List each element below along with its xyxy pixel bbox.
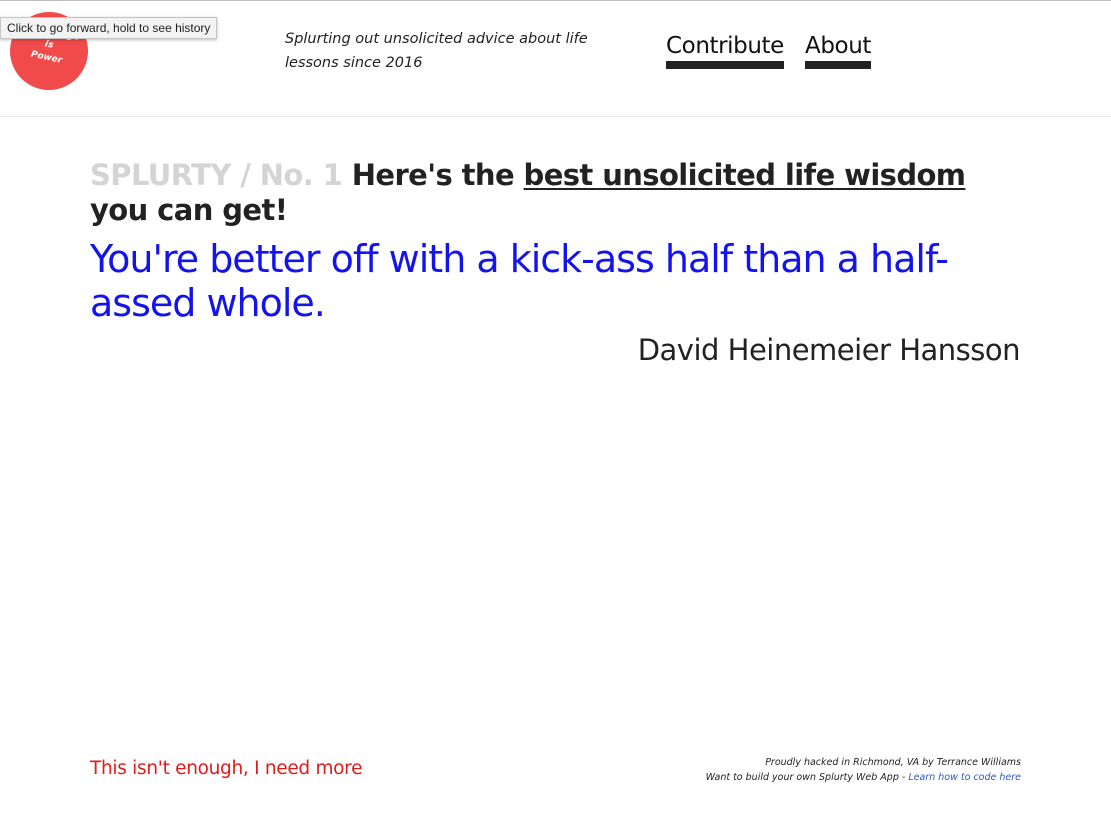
splurty-kicker: SPLURTY / No. 1 (90, 158, 343, 192)
back-forward-tooltip: Click to go forward, hold to see history (0, 17, 218, 39)
footer-credits: Proudly hacked in Richmond, VA by Terran… (601, 755, 1021, 785)
quote-text: You're better off with a kick-ass half t… (90, 237, 949, 325)
nav-contribute-link[interactable]: Contribute (666, 31, 784, 69)
heading-prefix: Here's the (351, 158, 515, 192)
nav-about-link[interactable]: About (805, 31, 871, 69)
site-tagline: Splurting out unsolicited advice about l… (285, 31, 588, 71)
learn-to-code-link[interactable]: Learn how to code here (908, 772, 1021, 783)
best-wisdom-link[interactable]: best unsolicited life wisdom (524, 158, 966, 192)
credit-line: Proudly hacked in Richmond, VA by Terran… (765, 757, 1021, 768)
build-line: Want to build your own Splurty Web App -… (601, 770, 1021, 785)
quote-author: David Heinemeier Hansson (637, 333, 1021, 367)
page-heading: SPLURTY / No. 1 Here's the best unsolici… (90, 158, 1020, 228)
heading-suffix: you can get! (90, 193, 288, 227)
build-prefix: Want to build your own Splurty Web App - (705, 772, 906, 783)
more-quotes-link[interactable]: This isn't enough, I need more (90, 757, 362, 781)
